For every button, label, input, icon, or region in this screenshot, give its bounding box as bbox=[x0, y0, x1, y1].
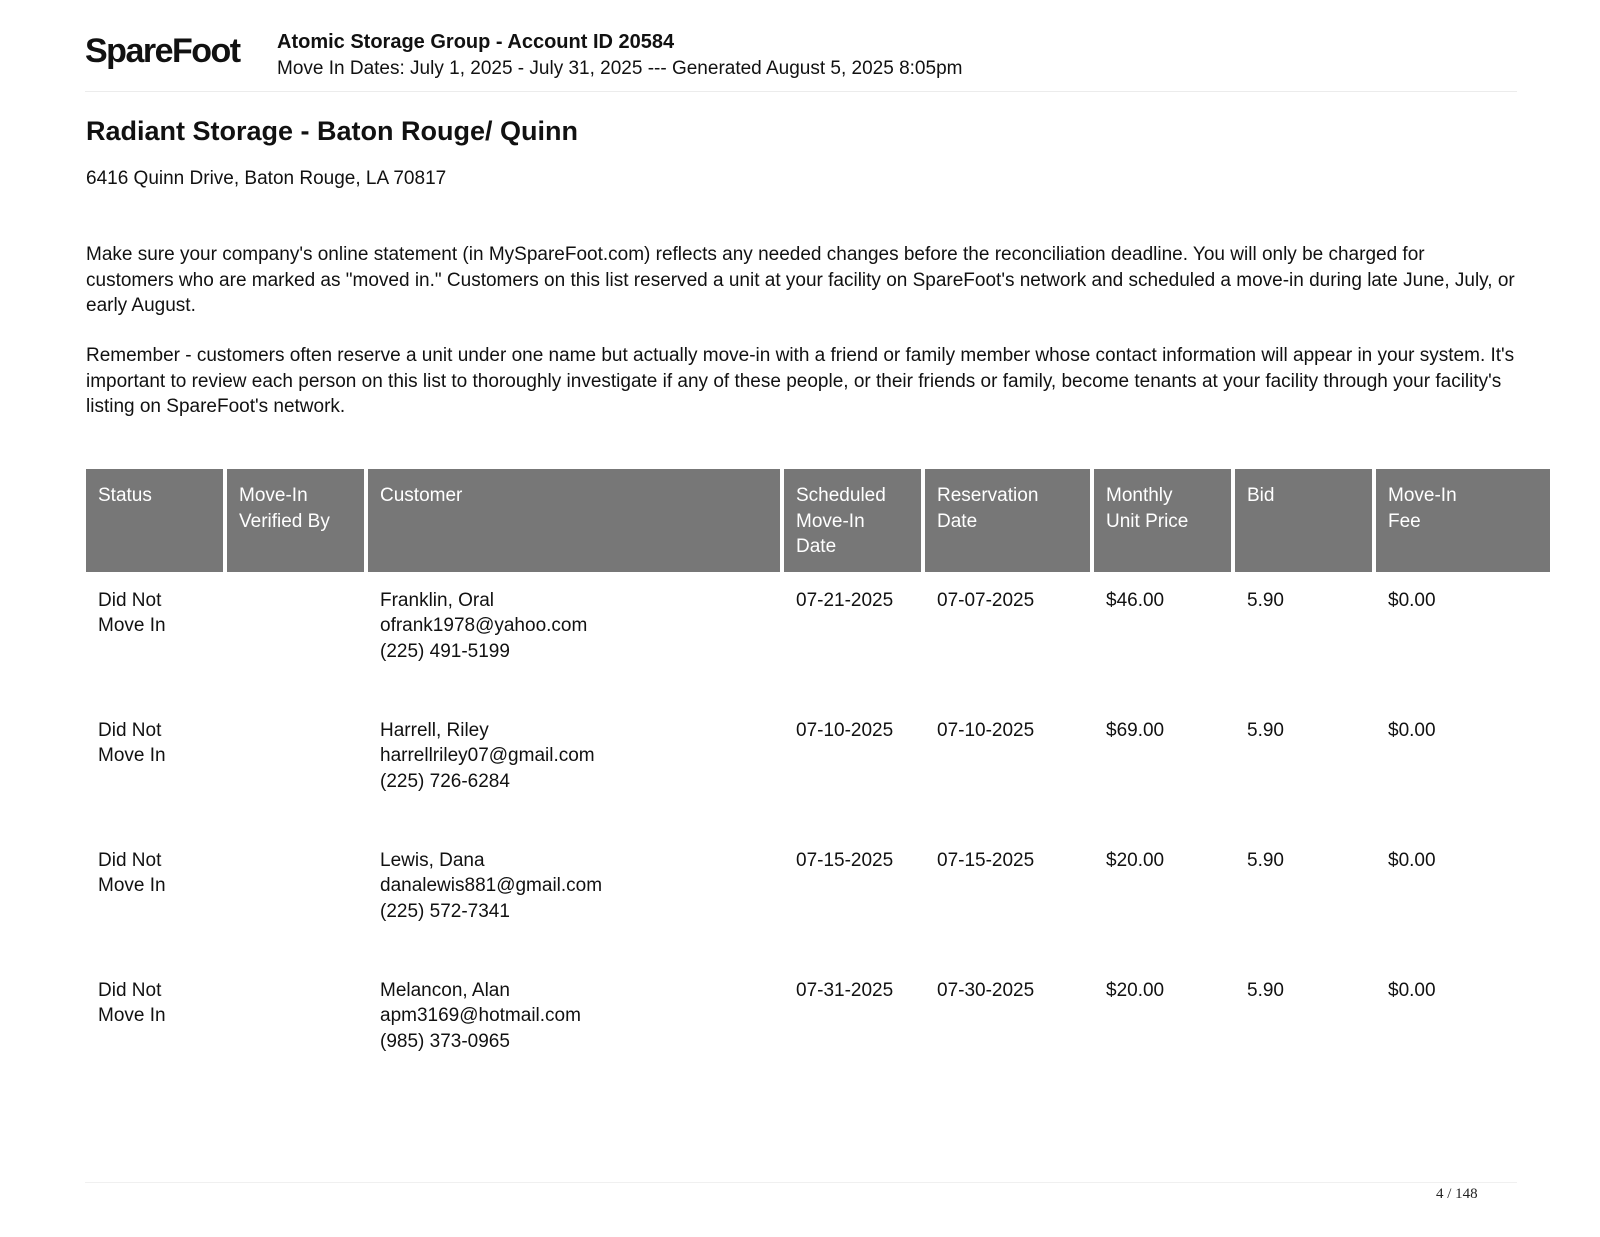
customer-cell: Franklin, Oral ofrank1978@yahoo.com (225… bbox=[368, 572, 784, 702]
customer-email: harrellriley07@gmail.com bbox=[380, 745, 595, 766]
customer-email: apm3169@hotmail.com bbox=[380, 1005, 581, 1026]
table-row: Did Not Move In Melancon, Alan apm3169@h… bbox=[86, 962, 1550, 1092]
unit-price-cell: $46.00 bbox=[1106, 589, 1165, 611]
column-header-move-in-fee: Move-In Fee bbox=[1376, 469, 1550, 572]
bid-cell: 5.90 bbox=[1247, 849, 1284, 871]
column-header-status: Status bbox=[86, 469, 227, 572]
table-row: Did Not Move In Harrell, Riley harrellri… bbox=[86, 702, 1550, 832]
instruction-paragraph-reminder: Remember - customers often reserve a uni… bbox=[86, 345, 1515, 417]
customer-cell: Harrell, Riley harrellriley07@gmail.com … bbox=[368, 702, 784, 832]
facility-address: 6416 Quinn Drive, Baton Rouge, LA 70817 bbox=[86, 168, 447, 189]
customer-name: Franklin, Oral bbox=[380, 589, 495, 611]
customer-name: Melancon, Alan bbox=[380, 979, 510, 1001]
column-header-scheduled-date: Scheduled Move-In Date bbox=[784, 469, 925, 572]
unit-price-cell: $69.00 bbox=[1106, 719, 1165, 741]
customer-email: ofrank1978@yahoo.com bbox=[380, 615, 588, 636]
header-divider bbox=[85, 91, 1517, 92]
report-title: Atomic Storage Group - Account ID 20584 bbox=[277, 31, 675, 53]
footer-divider bbox=[85, 1182, 1517, 1183]
status-cell: Did Not Move In bbox=[98, 719, 166, 767]
verified-by-cell bbox=[227, 962, 368, 1092]
unit-price-cell: $20.00 bbox=[1106, 979, 1165, 1001]
customer-phone: (985) 373-0965 bbox=[380, 1030, 510, 1052]
reservation-date-cell: 07-30-2025 bbox=[937, 979, 1035, 1001]
bid-cell: 5.90 bbox=[1247, 979, 1284, 1001]
column-header-unit-price: Monthly Unit Price bbox=[1094, 469, 1235, 572]
customer-name: Harrell, Riley bbox=[380, 719, 489, 741]
verified-by-cell bbox=[227, 702, 368, 832]
move-in-fee-cell: $0.00 bbox=[1388, 589, 1436, 611]
column-header-customer: Customer bbox=[368, 469, 784, 572]
verified-by-cell bbox=[227, 572, 368, 702]
scheduled-date-cell: 07-15-2025 bbox=[796, 849, 894, 871]
status-cell: Did Not Move In bbox=[98, 979, 166, 1027]
column-header-verified-by: Move-In Verified By bbox=[227, 469, 368, 572]
customer-cell: Lewis, Dana danalewis881@gmail.com (225)… bbox=[368, 832, 784, 962]
move-in-fee-cell: $0.00 bbox=[1388, 719, 1436, 741]
move-in-fee-cell: $0.00 bbox=[1388, 849, 1436, 871]
bid-cell: 5.90 bbox=[1247, 589, 1284, 611]
facility-name: Radiant Storage - Baton Rouge/ Quinn bbox=[86, 116, 578, 146]
page-indicator: 4 / 148 bbox=[1436, 1186, 1478, 1202]
sparefoot-logo: SpareFoot bbox=[85, 32, 241, 70]
customer-phone: (225) 726-6284 bbox=[380, 770, 510, 792]
instruction-paragraph-reconciliation: Make sure your company's online statemen… bbox=[86, 244, 1515, 316]
customer-cell: Melancon, Alan apm3169@hotmail.com (985)… bbox=[368, 962, 784, 1092]
reservation-date-cell: 07-15-2025 bbox=[937, 849, 1035, 871]
status-cell: Did Not Move In bbox=[98, 589, 166, 637]
customer-email: danalewis881@gmail.com bbox=[380, 875, 603, 896]
status-cell: Did Not Move In bbox=[98, 849, 166, 897]
column-header-bid: Bid bbox=[1235, 469, 1376, 572]
scheduled-date-cell: 07-10-2025 bbox=[796, 719, 894, 741]
customer-phone: (225) 491-5199 bbox=[380, 640, 510, 662]
table-row: Did Not Move In Lewis, Dana danalewis881… bbox=[86, 832, 1550, 962]
bid-cell: 5.90 bbox=[1247, 719, 1284, 741]
unit-price-cell: $20.00 bbox=[1106, 849, 1165, 871]
customer-name: Lewis, Dana bbox=[380, 849, 485, 871]
reservation-date-cell: 07-10-2025 bbox=[937, 719, 1035, 741]
column-header-reservation-date: Reservation Date bbox=[925, 469, 1094, 572]
table-row: Did Not Move In Franklin, Oral ofrank197… bbox=[86, 572, 1550, 702]
move-in-report-table: Status Move-In Verified By Customer Sche… bbox=[86, 469, 1550, 1092]
report-subtitle: Move In Dates: July 1, 2025 - July 31, 2… bbox=[277, 58, 963, 79]
scheduled-date-cell: 07-21-2025 bbox=[796, 589, 894, 611]
verified-by-cell bbox=[227, 832, 368, 962]
scheduled-date-cell: 07-31-2025 bbox=[796, 979, 894, 1001]
reservation-date-cell: 07-07-2025 bbox=[937, 589, 1035, 611]
move-in-fee-cell: $0.00 bbox=[1388, 979, 1436, 1001]
table-header-row: Status Move-In Verified By Customer Sche… bbox=[86, 469, 1550, 572]
customer-phone: (225) 572-7341 bbox=[380, 900, 510, 922]
